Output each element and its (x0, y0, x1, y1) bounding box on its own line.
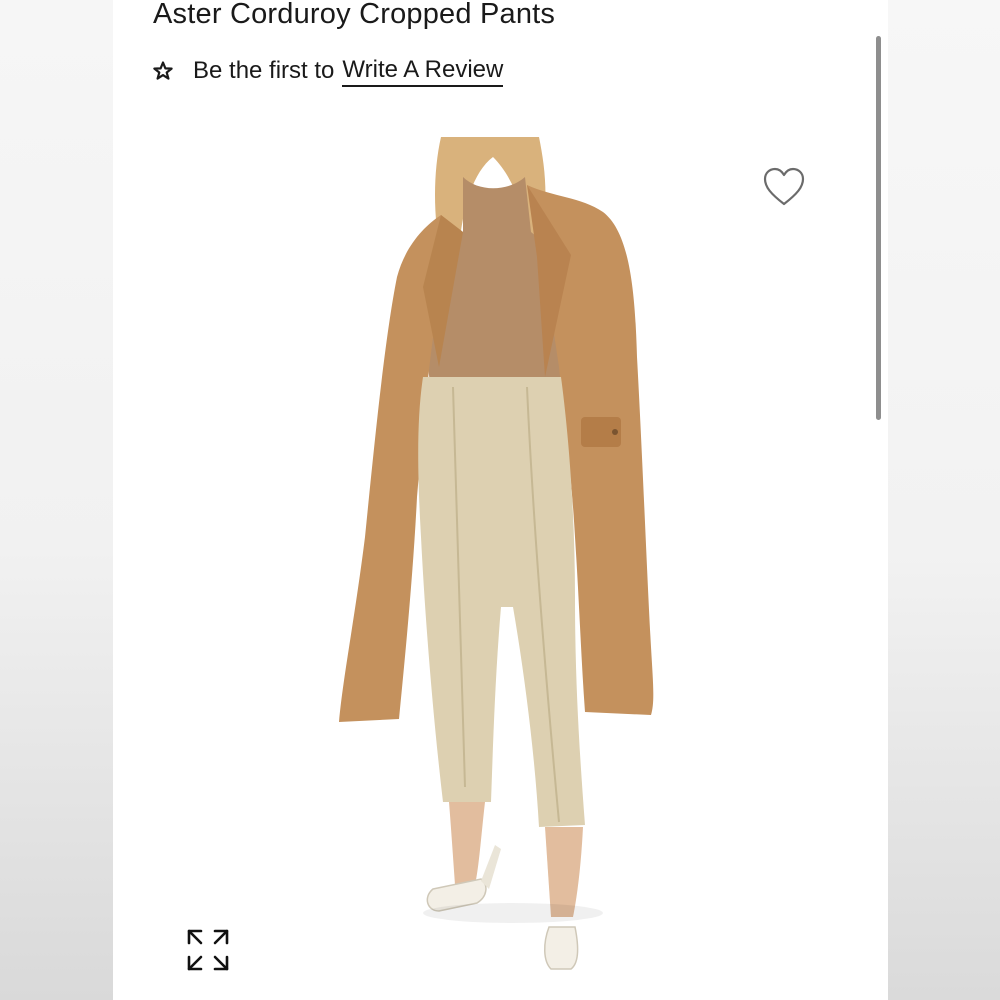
right-sandal (544, 926, 579, 970)
model-pants (418, 377, 585, 827)
heart-icon[interactable] (761, 166, 807, 208)
left-heel (481, 845, 501, 889)
review-prompt: Be the first to Write A Review (153, 54, 504, 88)
model-left-leg (449, 802, 485, 885)
floor-shadow (423, 903, 603, 923)
blurred-backdrop-left (0, 0, 113, 1000)
coat-button (612, 429, 618, 435)
scrollbar-thumb[interactable] (876, 36, 881, 420)
review-prefix-text: Be the first to (193, 57, 335, 84)
star-icon (153, 61, 173, 80)
expand-icon[interactable] (185, 927, 231, 973)
product-panel: Aster Corduroy Cropped Pants Be the firs… (113, 0, 888, 1000)
write-review-link[interactable]: Write A Review (342, 56, 504, 87)
model-right-leg (545, 827, 583, 917)
product-photo (339, 137, 654, 970)
product-title: Aster Corduroy Cropped Pants (153, 0, 556, 30)
blurred-backdrop-right (888, 0, 1000, 1000)
